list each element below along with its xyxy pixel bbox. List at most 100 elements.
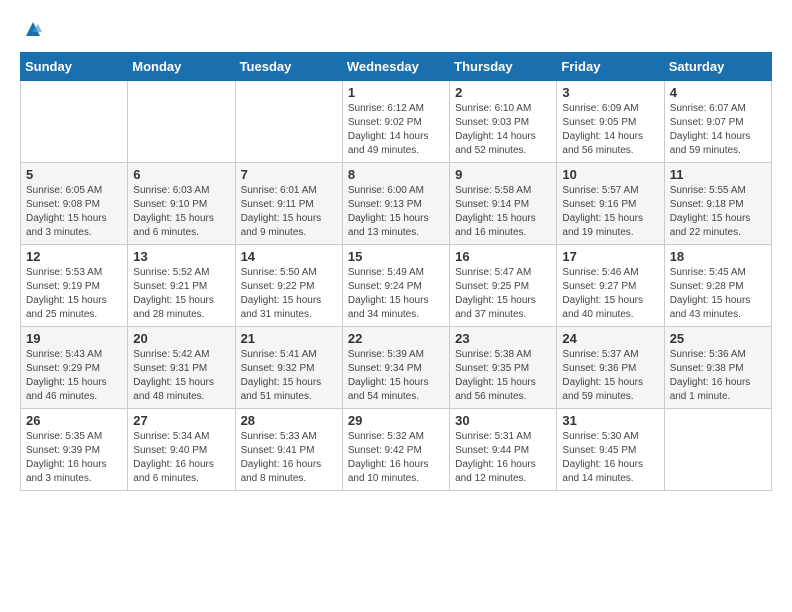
day-info: Sunrise: 5:34 AMSunset: 9:40 PMDaylight:…	[133, 430, 229, 486]
day-number: 11	[670, 167, 766, 182]
day-info: Sunrise: 5:55 AMSunset: 9:18 PMDaylight:…	[670, 184, 766, 240]
calendar-cell	[235, 81, 342, 163]
day-number: 31	[562, 413, 658, 428]
day-number: 3	[562, 85, 658, 100]
calendar-cell: 21 Sunrise: 5:41 AMSunset: 9:32 PMDayligh…	[235, 327, 342, 409]
header-wednesday: Wednesday	[342, 53, 449, 81]
calendar-cell: 25 Sunrise: 5:36 AMSunset: 9:38 PMDayligh…	[664, 327, 771, 409]
day-number: 14	[241, 249, 337, 264]
day-number: 7	[241, 167, 337, 182]
calendar-cell	[21, 81, 128, 163]
calendar-cell: 24 Sunrise: 5:37 AMSunset: 9:36 PMDayligh…	[557, 327, 664, 409]
day-number: 1	[348, 85, 444, 100]
day-number: 21	[241, 331, 337, 346]
day-info: Sunrise: 5:50 AMSunset: 9:22 PMDaylight:…	[241, 266, 337, 322]
day-info: Sunrise: 6:12 AMSunset: 9:02 PMDaylight:…	[348, 102, 444, 158]
day-info: Sunrise: 5:35 AMSunset: 9:39 PMDaylight:…	[26, 430, 122, 486]
day-info: Sunrise: 5:37 AMSunset: 9:36 PMDaylight:…	[562, 348, 658, 404]
day-number: 15	[348, 249, 444, 264]
day-info: Sunrise: 6:03 AMSunset: 9:10 PMDaylight:…	[133, 184, 229, 240]
day-info: Sunrise: 6:01 AMSunset: 9:11 PMDaylight:…	[241, 184, 337, 240]
calendar-cell: 22 Sunrise: 5:39 AMSunset: 9:34 PMDayligh…	[342, 327, 449, 409]
calendar-cell: 12 Sunrise: 5:53 AMSunset: 9:19 PMDayligh…	[21, 245, 128, 327]
day-number: 23	[455, 331, 551, 346]
day-info: Sunrise: 5:53 AMSunset: 9:19 PMDaylight:…	[26, 266, 122, 322]
day-number: 19	[26, 331, 122, 346]
calendar-cell: 20 Sunrise: 5:42 AMSunset: 9:31 PMDayligh…	[128, 327, 235, 409]
day-info: Sunrise: 5:39 AMSunset: 9:34 PMDaylight:…	[348, 348, 444, 404]
header-thursday: Thursday	[450, 53, 557, 81]
day-number: 27	[133, 413, 229, 428]
day-number: 8	[348, 167, 444, 182]
day-number: 9	[455, 167, 551, 182]
day-number: 5	[26, 167, 122, 182]
day-number: 20	[133, 331, 229, 346]
calendar-cell: 7 Sunrise: 6:01 AMSunset: 9:11 PMDaylight…	[235, 163, 342, 245]
day-info: Sunrise: 6:10 AMSunset: 9:03 PMDaylight:…	[455, 102, 551, 158]
day-info: Sunrise: 5:43 AMSunset: 9:29 PMDaylight:…	[26, 348, 122, 404]
day-number: 13	[133, 249, 229, 264]
day-info: Sunrise: 5:42 AMSunset: 9:31 PMDaylight:…	[133, 348, 229, 404]
header-saturday: Saturday	[664, 53, 771, 81]
calendar-week-5: 26 Sunrise: 5:35 AMSunset: 9:39 PMDayligh…	[21, 409, 772, 491]
logo	[20, 20, 44, 36]
calendar-cell: 10 Sunrise: 5:57 AMSunset: 9:16 PMDayligh…	[557, 163, 664, 245]
day-number: 4	[670, 85, 766, 100]
day-info: Sunrise: 6:00 AMSunset: 9:13 PMDaylight:…	[348, 184, 444, 240]
page-header	[20, 20, 772, 36]
logo-icon	[22, 18, 44, 40]
day-number: 22	[348, 331, 444, 346]
calendar-week-3: 12 Sunrise: 5:53 AMSunset: 9:19 PMDayligh…	[21, 245, 772, 327]
header-friday: Friday	[557, 53, 664, 81]
calendar-header-row: SundayMondayTuesdayWednesdayThursdayFrid…	[21, 53, 772, 81]
calendar-cell: 23 Sunrise: 5:38 AMSunset: 9:35 PMDayligh…	[450, 327, 557, 409]
day-info: Sunrise: 6:07 AMSunset: 9:07 PMDaylight:…	[670, 102, 766, 158]
day-number: 16	[455, 249, 551, 264]
calendar-cell: 26 Sunrise: 5:35 AMSunset: 9:39 PMDayligh…	[21, 409, 128, 491]
day-info: Sunrise: 6:09 AMSunset: 9:05 PMDaylight:…	[562, 102, 658, 158]
day-number: 24	[562, 331, 658, 346]
calendar-cell: 5 Sunrise: 6:05 AMSunset: 9:08 PMDaylight…	[21, 163, 128, 245]
day-number: 18	[670, 249, 766, 264]
day-number: 17	[562, 249, 658, 264]
day-number: 25	[670, 331, 766, 346]
calendar-week-4: 19 Sunrise: 5:43 AMSunset: 9:29 PMDayligh…	[21, 327, 772, 409]
calendar-cell: 6Sunrise: 6:03 AMSunset: 9:10 PMDaylight…	[128, 163, 235, 245]
calendar-cell: 2Sunrise: 6:10 AMSunset: 9:03 PMDaylight…	[450, 81, 557, 163]
day-info: Sunrise: 5:46 AMSunset: 9:27 PMDaylight:…	[562, 266, 658, 322]
calendar-cell: 29Sunrise: 5:32 AMSunset: 9:42 PMDayligh…	[342, 409, 449, 491]
day-info: Sunrise: 5:45 AMSunset: 9:28 PMDaylight:…	[670, 266, 766, 322]
day-info: Sunrise: 5:52 AMSunset: 9:21 PMDaylight:…	[133, 266, 229, 322]
calendar-cell: 15Sunrise: 5:49 AMSunset: 9:24 PMDayligh…	[342, 245, 449, 327]
day-number: 29	[348, 413, 444, 428]
calendar-cell: 31Sunrise: 5:30 AMSunset: 9:45 PMDayligh…	[557, 409, 664, 491]
calendar-week-2: 5 Sunrise: 6:05 AMSunset: 9:08 PMDaylight…	[21, 163, 772, 245]
day-info: Sunrise: 5:38 AMSunset: 9:35 PMDaylight:…	[455, 348, 551, 404]
day-info: Sunrise: 5:36 AMSunset: 9:38 PMDaylight:…	[670, 348, 766, 404]
calendar-cell	[128, 81, 235, 163]
header-tuesday: Tuesday	[235, 53, 342, 81]
day-number: 10	[562, 167, 658, 182]
calendar-cell: 13 Sunrise: 5:52 AMSunset: 9:21 PMDayligh…	[128, 245, 235, 327]
calendar-cell: 27 Sunrise: 5:34 AMSunset: 9:40 PMDayligh…	[128, 409, 235, 491]
calendar-cell: 4 Sunrise: 6:07 AMSunset: 9:07 PMDaylight…	[664, 81, 771, 163]
day-number: 26	[26, 413, 122, 428]
day-number: 12	[26, 249, 122, 264]
header-monday: Monday	[128, 53, 235, 81]
calendar-cell: 16 Sunrise: 5:47 AMSunset: 9:25 PMDayligh…	[450, 245, 557, 327]
calendar-cell: 8 Sunrise: 6:00 AMSunset: 9:13 PMDaylight…	[342, 163, 449, 245]
day-info: Sunrise: 5:47 AMSunset: 9:25 PMDaylight:…	[455, 266, 551, 322]
day-number: 30	[455, 413, 551, 428]
calendar-cell: 9 Sunrise: 5:58 AMSunset: 9:14 PMDaylight…	[450, 163, 557, 245]
day-info: Sunrise: 5:58 AMSunset: 9:14 PMDaylight:…	[455, 184, 551, 240]
calendar-cell: 3 Sunrise: 6:09 AMSunset: 9:05 PMDaylight…	[557, 81, 664, 163]
day-number: 28	[241, 413, 337, 428]
calendar-cell: 17 Sunrise: 5:46 AMSunset: 9:27 PMDayligh…	[557, 245, 664, 327]
day-info: Sunrise: 5:31 AMSunset: 9:44 PMDaylight:…	[455, 430, 551, 486]
day-info: Sunrise: 5:57 AMSunset: 9:16 PMDaylight:…	[562, 184, 658, 240]
header-sunday: Sunday	[21, 53, 128, 81]
day-info: Sunrise: 5:33 AMSunset: 9:41 PMDaylight:…	[241, 430, 337, 486]
day-info: Sunrise: 5:41 AMSunset: 9:32 PMDaylight:…	[241, 348, 337, 404]
calendar-cell	[664, 409, 771, 491]
day-info: Sunrise: 6:05 AMSunset: 9:08 PMDaylight:…	[26, 184, 122, 240]
